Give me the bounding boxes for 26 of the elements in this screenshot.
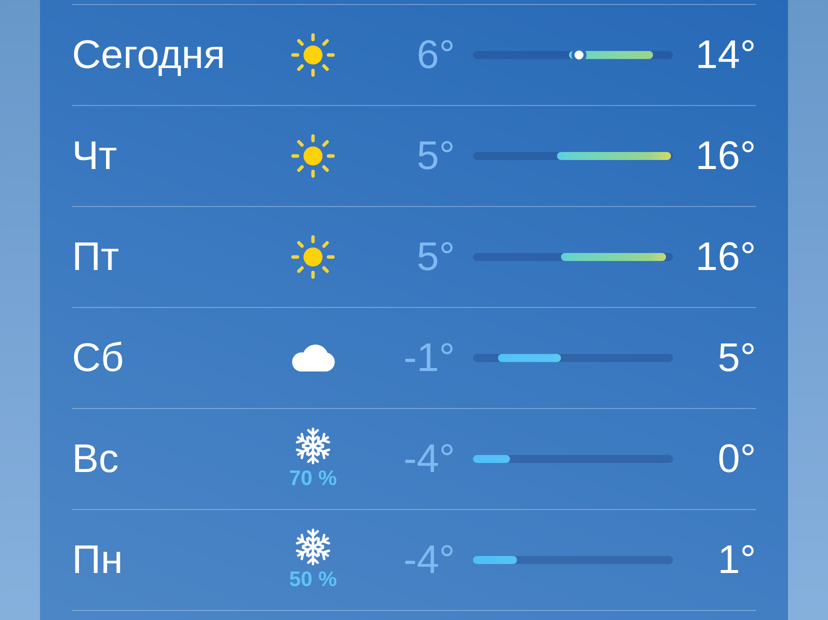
low-temperature: -1°: [403, 335, 455, 381]
high-temperature: 1°: [718, 537, 756, 583]
high-temperature: 14°: [696, 32, 756, 78]
day-label: Сб: [72, 335, 124, 381]
high-temperature: 5°: [718, 335, 756, 381]
low-temperature: 6°: [416, 32, 455, 78]
low-temperature: 5°: [416, 133, 455, 179]
low-temperature: -4°: [403, 436, 455, 482]
day-label: Пт: [72, 234, 120, 280]
day-label: Чт: [72, 133, 117, 179]
day-label: Сегодня: [72, 32, 226, 78]
day-label: Пн: [72, 537, 123, 583]
high-temperature: 16°: [696, 133, 756, 179]
high-temperature: 16°: [696, 234, 756, 280]
sun-icon: [291, 33, 335, 77]
sun-icon: [291, 235, 335, 279]
snowflake-icon: [294, 427, 332, 465]
cloud-icon: [289, 344, 337, 372]
low-temperature: 5°: [416, 234, 455, 280]
precipitation-chance: 50 %: [289, 568, 337, 592]
low-temperature: -4°: [403, 537, 455, 583]
sun-icon: [291, 134, 335, 178]
precipitation-chance: 70 %: [289, 467, 337, 491]
snowflake-icon: [294, 528, 332, 566]
day-label: Вс: [72, 436, 119, 482]
high-temperature: 0°: [718, 436, 756, 482]
